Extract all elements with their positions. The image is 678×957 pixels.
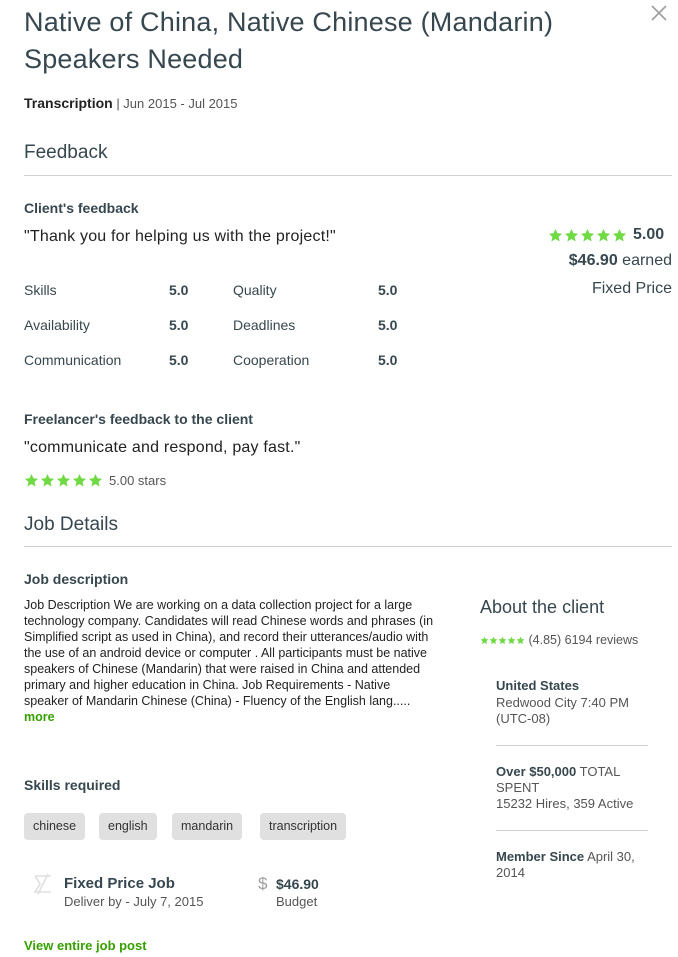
- client-rating: 5.00: [548, 226, 664, 244]
- price-type: Fixed Price: [591, 280, 672, 297]
- score-value: 5.0: [378, 317, 398, 333]
- star-icon: [612, 228, 627, 241]
- star-icon: [480, 636, 489, 645]
- score-value: 5.0: [378, 352, 398, 368]
- star-icon: [40, 473, 55, 487]
- score-value: 5.0: [169, 282, 189, 298]
- star-icon: [548, 228, 563, 241]
- feedback-heading: Feedback: [24, 142, 108, 163]
- star-icon: [56, 473, 71, 487]
- skills-heading: Skills required: [24, 777, 121, 793]
- job-description-heading: Job description: [24, 571, 129, 587]
- job-description: Job Description We are working on a data…: [24, 597, 434, 725]
- skill-tag[interactable]: mandarin: [172, 813, 243, 840]
- skill-tag[interactable]: english: [99, 813, 157, 840]
- score-label: Communication: [24, 352, 122, 368]
- freelancer-feedback-heading: Freelancer's feedback to the client: [24, 411, 253, 427]
- star-rating: [548, 228, 627, 243]
- score-label: Availability: [24, 317, 90, 333]
- skill-tag[interactable]: transcription: [260, 813, 347, 840]
- star-icon: [88, 473, 103, 487]
- job-title: Native of China, Native Chinese (Mandari…: [24, 7, 554, 74]
- dollar-icon: $: [258, 874, 268, 893]
- skill-tag[interactable]: chinese: [24, 813, 86, 840]
- close-icon[interactable]: [650, 4, 668, 22]
- score-label: Cooperation: [233, 352, 310, 368]
- client-spent: Over $50,000 TOTAL SPENT: [496, 764, 656, 796]
- score-value: 5.0: [169, 352, 189, 368]
- divider: [496, 830, 648, 831]
- client-spent-amount: Over $50,000: [496, 764, 577, 779]
- job-period: | Jun 2015 - Jul 2015: [116, 96, 238, 111]
- member-since-label: Member Since: [496, 849, 585, 864]
- rating-value: 5.00: [633, 226, 665, 243]
- deliver-by: Deliver by - July 7, 2015: [64, 894, 204, 909]
- star-icon: [498, 636, 507, 645]
- score-label: Skills: [24, 282, 57, 298]
- score-label: Quality: [233, 282, 277, 298]
- star-icon: [564, 228, 579, 241]
- earned-amount: $46.90 earned: [569, 252, 672, 270]
- star-rating: [480, 636, 525, 645]
- budget-amount: $46.90: [276, 876, 319, 892]
- view-job-post-link[interactable]: View entire job post: [24, 938, 147, 953]
- job-type: Fixed Price Job: [64, 875, 175, 892]
- freelancer-feedback-quote: "communicate and respond, pay fast.": [24, 439, 301, 456]
- star-icon: [516, 636, 525, 645]
- client-reviews-label: reviews: [595, 633, 639, 647]
- client-rating: (4.85) 6194 reviews: [480, 632, 650, 648]
- star-icon: [489, 636, 498, 645]
- freelancer-rating: 5.00 stars: [24, 473, 166, 488]
- score-value: 5.0: [169, 317, 189, 333]
- earned-label: earned: [622, 252, 672, 269]
- star-icon: [596, 228, 611, 241]
- job-category: Transcription: [24, 95, 113, 111]
- client-country: United States: [496, 678, 580, 693]
- fixed-price-icon: [33, 873, 51, 895]
- more-link[interactable]: more: [24, 710, 55, 724]
- star-icon: [72, 473, 87, 487]
- freelancer-rating-text: 5.00 stars: [109, 473, 167, 488]
- client-hires: 15232 Hires, 359 Active: [496, 796, 634, 811]
- about-client-heading: About the client: [480, 597, 605, 617]
- divider: [24, 546, 672, 547]
- star-rating: [24, 473, 103, 488]
- job-meta: Transcription | Jun 2015 - Jul 2015: [24, 95, 238, 111]
- client-rating-text: (4.85) 6194: [528, 633, 593, 647]
- star-icon: [580, 228, 595, 241]
- star-icon: [507, 636, 516, 645]
- star-icon: [24, 473, 39, 487]
- divider: [24, 175, 672, 176]
- earned-value: $46.90: [568, 252, 618, 269]
- client-feedback-heading: Client's feedback: [24, 200, 139, 216]
- job-description-text: Job Description We are working on a data…: [24, 598, 434, 708]
- client-feedback-quote: "Thank you for helping us with the proje…: [24, 228, 336, 245]
- job-details-heading: Job Details: [24, 514, 118, 535]
- budget-label: Budget: [276, 894, 318, 909]
- client-city-time: Redwood City 7:40 PM (UTC-08): [496, 695, 629, 726]
- score-value: 5.0: [378, 282, 398, 298]
- client-member-since: Member Since April 30, 2014: [496, 849, 656, 881]
- divider: [496, 745, 648, 746]
- score-label: Deadlines: [233, 317, 296, 333]
